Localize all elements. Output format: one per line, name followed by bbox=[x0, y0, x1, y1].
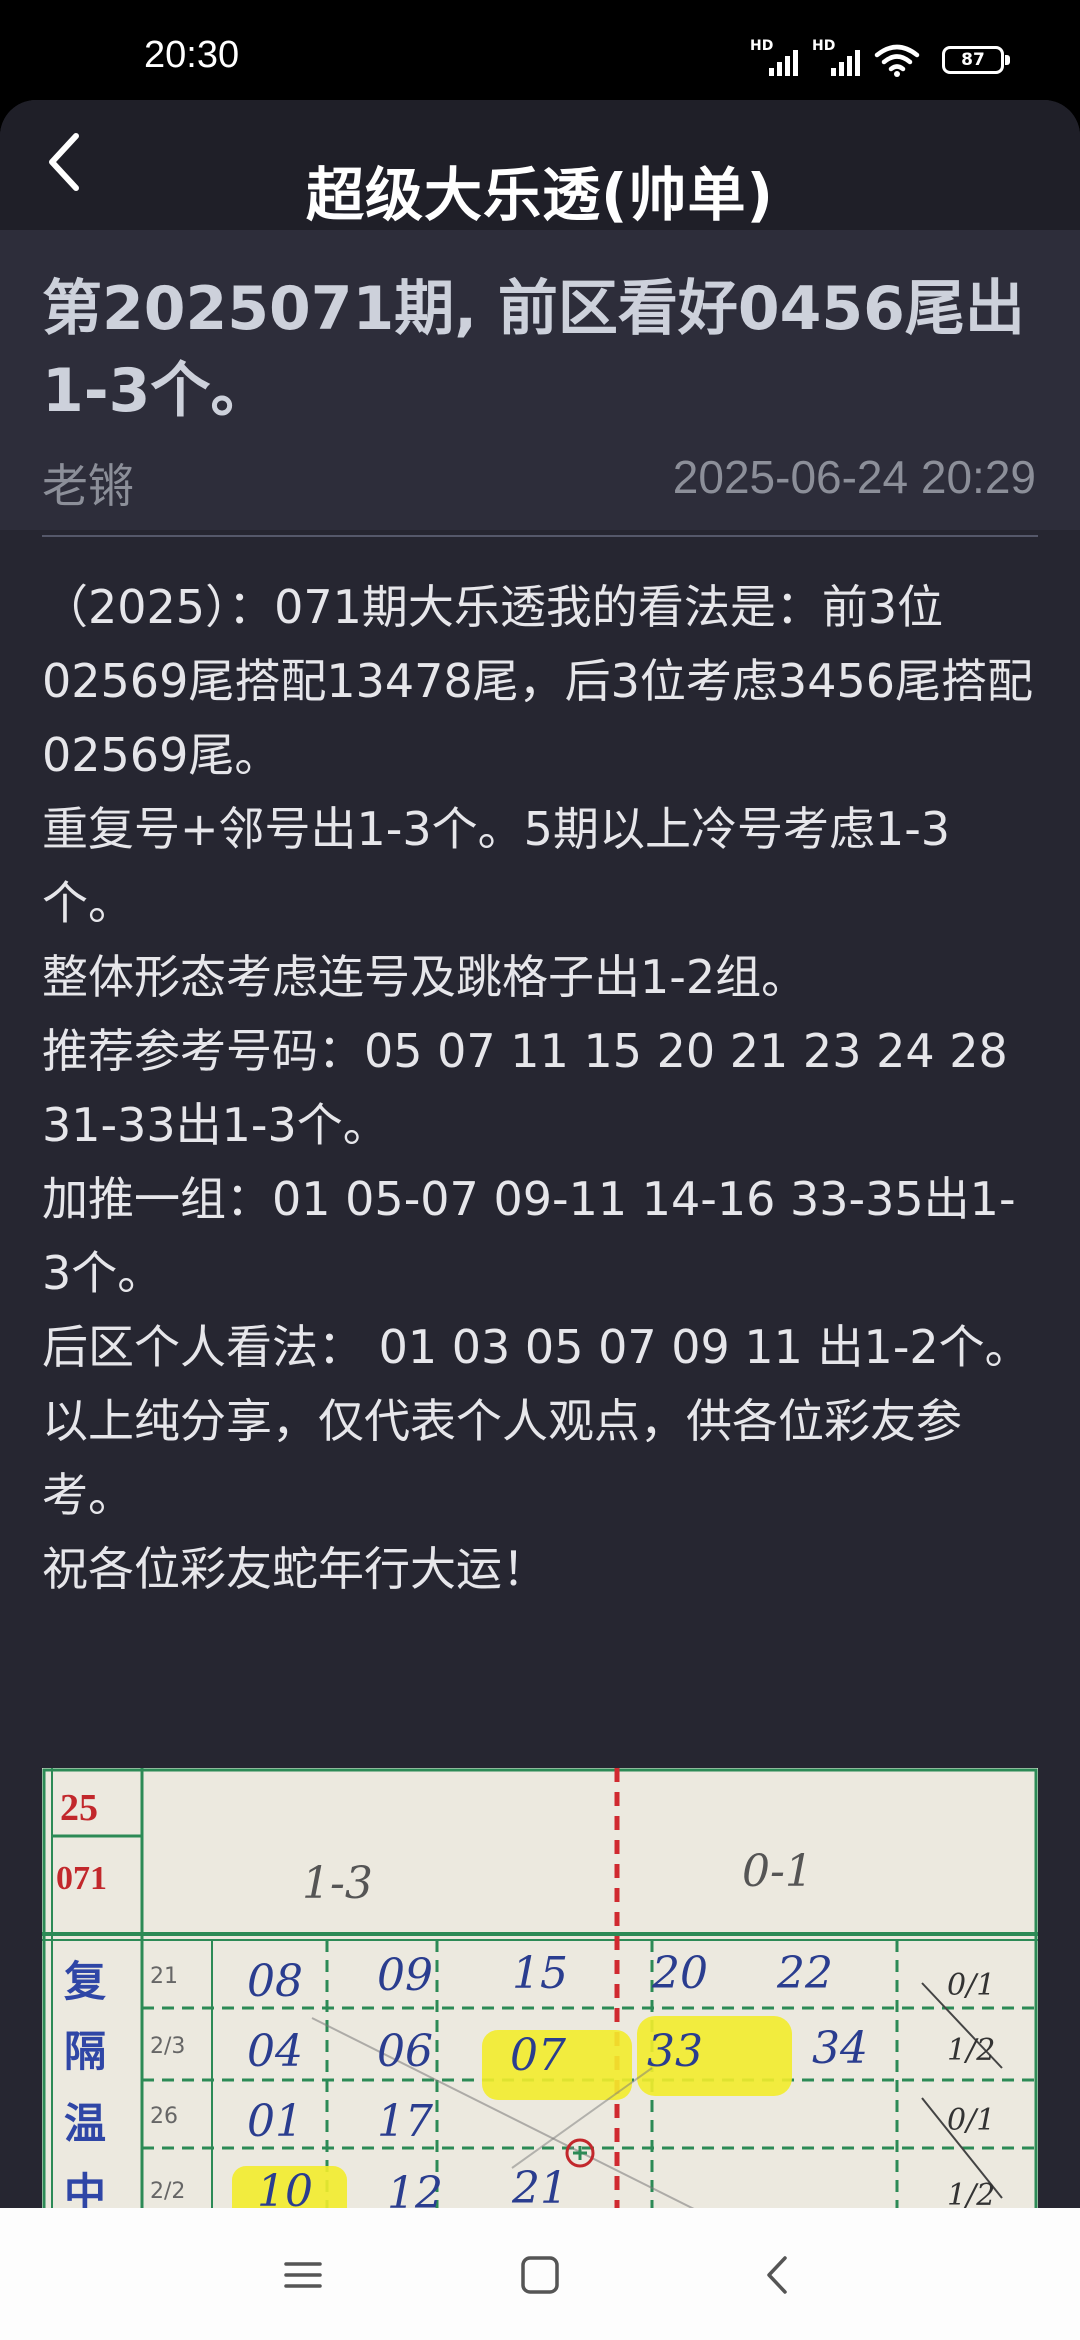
sheet-number: 20 bbox=[652, 1948, 708, 1999]
sheet-number: 33 bbox=[647, 2026, 703, 2077]
paragraph: 整体形态考虑连号及跳格子出1-2组。 bbox=[42, 950, 808, 1004]
article-body: （2025）：071期大乐透我的看法是：前3位02569尾搭配13478尾，后3… bbox=[42, 570, 1042, 1606]
row-label: 温 bbox=[64, 2099, 107, 2148]
photo-range-left: 1-3 bbox=[302, 1858, 373, 1909]
cellular-signal-icon: HD bbox=[750, 38, 798, 76]
menu-button[interactable] bbox=[258, 2230, 348, 2320]
row-label: 隔 bbox=[64, 2027, 107, 2076]
system-back-button[interactable] bbox=[733, 2230, 823, 2320]
article-header: 第2025071期, 前区看好0456尾出1-3个。 老锵 2025-06-24… bbox=[0, 230, 1080, 530]
side-mark: 1/2 bbox=[947, 2178, 996, 2208]
menu-icon bbox=[284, 2262, 322, 2288]
home-button[interactable] bbox=[495, 2230, 585, 2320]
sheet-number: 10 bbox=[257, 2166, 313, 2208]
row-label: 复 bbox=[64, 1957, 107, 2006]
paragraph: 加推一组：01 05-07 09-11 14-16 33-35出1-3个。 bbox=[42, 1172, 1016, 1300]
sheet-number: 12 bbox=[387, 2168, 443, 2208]
publish-date: 2025-06-24 20:29 bbox=[672, 451, 1036, 503]
paragraph: 以上纯分享，仅代表个人观点，供各位彩友参考。 bbox=[42, 1394, 962, 1522]
battery-level: 87 bbox=[961, 50, 985, 70]
photo-range-right: 0-1 bbox=[742, 1846, 813, 1897]
chevron-left-icon bbox=[767, 2256, 787, 2294]
article-title: 第2025071期, 前区看好0456尾出1-3个。 bbox=[42, 274, 1025, 426]
sheet-number: 04 bbox=[247, 2026, 303, 2077]
svg-text:26: 26 bbox=[150, 2104, 178, 2129]
side-mark: 0/1 bbox=[947, 1968, 996, 2003]
system-nav-bar bbox=[0, 2208, 1080, 2340]
side-mark: 1/2 bbox=[947, 2033, 996, 2068]
battery-icon: 87 bbox=[942, 46, 1010, 74]
article-photo[interactable]: 21 2/3 26 2/2 25 071 1-3 0-1 复 隔 温 中 08 … bbox=[42, 1768, 1038, 2208]
status-bar: 20:30 HD HD 87 bbox=[0, 0, 1080, 100]
paragraph: 后区个人看法： 01 03 05 07 09 11 出1-2个。 bbox=[42, 1320, 1031, 1374]
page-title: 超级大乐透(帅单) bbox=[305, 161, 775, 229]
paragraph: 重复号+邻号出1-3个。5期以上冷号考虑1-3个。 bbox=[42, 802, 951, 930]
svg-text:2/2: 2/2 bbox=[150, 2179, 185, 2204]
status-time: 20:30 bbox=[144, 34, 240, 76]
cellular-signal-icon-2: HD bbox=[812, 38, 860, 76]
photo-issue-label: 071 bbox=[56, 1860, 107, 1897]
paragraph: 推荐参考号码：05 07 11 15 20 21 23 24 28 31-33出… bbox=[42, 1024, 1008, 1152]
sheet-number: 15 bbox=[512, 1948, 568, 1999]
sheet-number: 22 bbox=[777, 1948, 833, 1999]
author-name[interactable]: 老锵 bbox=[42, 450, 134, 516]
sheet-number: 08 bbox=[247, 1956, 303, 2007]
sheet-number: 06 bbox=[377, 2026, 433, 2077]
paragraph: （2025）：071期大乐透我的看法是：前3位02569尾搭配13478尾，后3… bbox=[42, 580, 1033, 782]
status-icons: HD HD 87 bbox=[750, 38, 1010, 80]
svg-text:21: 21 bbox=[150, 1964, 178, 1989]
sheet-number: 34 bbox=[812, 2023, 868, 2074]
sheet-number: 17 bbox=[377, 2096, 433, 2147]
photo-year-label: 25 bbox=[60, 1787, 98, 1829]
svg-text:2/3: 2/3 bbox=[150, 2034, 185, 2059]
sheet-number: 21 bbox=[512, 2163, 568, 2208]
sheet-number: 09 bbox=[377, 1950, 433, 2001]
wifi-icon bbox=[874, 44, 920, 77]
home-square-icon bbox=[521, 2256, 559, 2294]
top-nav-bar: 超级大乐透(帅单) bbox=[0, 100, 1080, 230]
side-mark: 0/1 bbox=[947, 2103, 996, 2138]
article-screen: 超级大乐透(帅单) 第2025071期, 前区看好0456尾出1-3个。 老锵 … bbox=[0, 100, 1080, 2208]
divider bbox=[42, 535, 1038, 537]
sheet-number: 01 bbox=[247, 2096, 303, 2147]
sheet-number: 07 bbox=[510, 2030, 566, 2081]
paragraph: 祝各位彩友蛇年行大运！ bbox=[42, 1542, 548, 1596]
row-label: 中 bbox=[64, 2169, 107, 2208]
